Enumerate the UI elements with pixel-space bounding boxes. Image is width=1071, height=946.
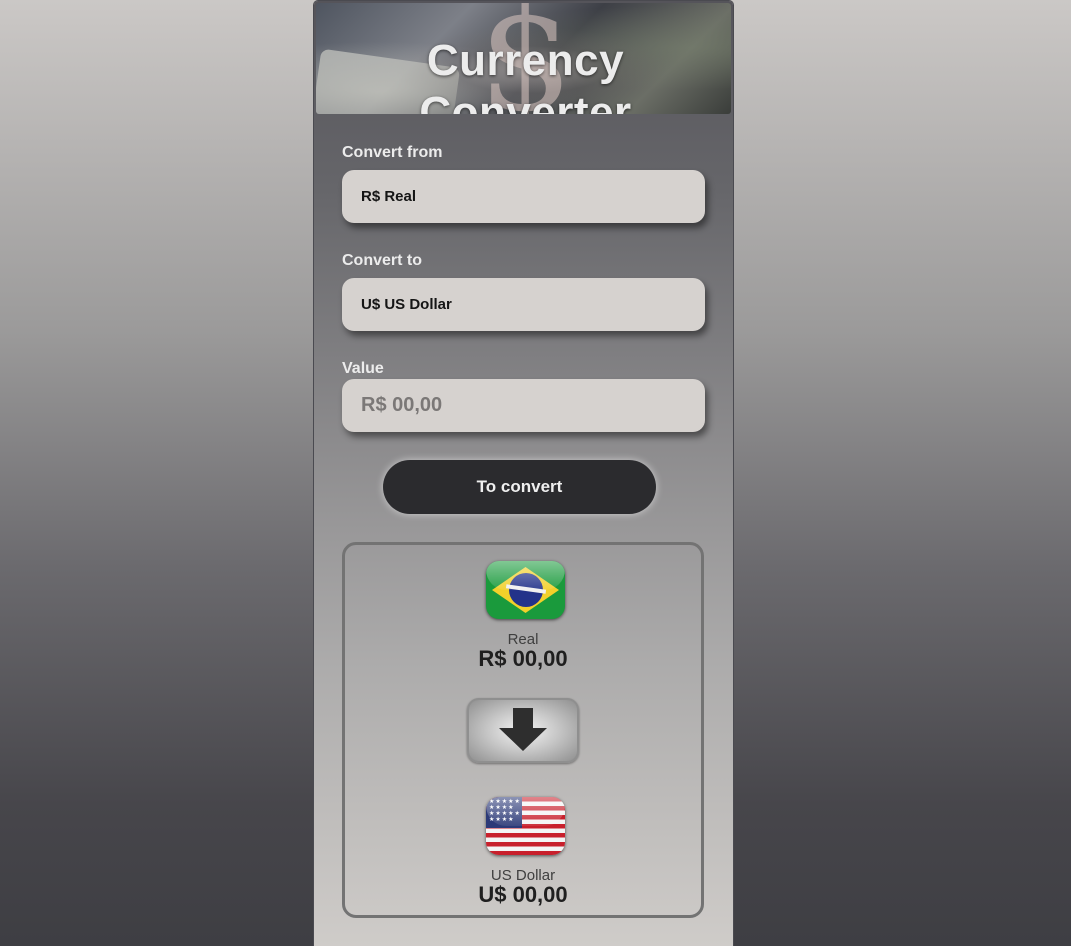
convert-from-label: Convert from xyxy=(342,144,443,161)
convert-from-value: R$ Real xyxy=(361,188,417,205)
value-field[interactable] xyxy=(342,379,705,432)
value-input[interactable] xyxy=(361,394,691,417)
convert-button[interactable]: To convert xyxy=(383,460,656,514)
header-banner: $ Currency Converter xyxy=(316,3,731,114)
convert-to-label: Convert to xyxy=(342,252,422,269)
convert-from-select[interactable]: R$ Real xyxy=(342,170,705,223)
value-label: Value xyxy=(342,360,384,377)
convert-to-value: U$ US Dollar xyxy=(361,296,452,313)
arrow-down-icon xyxy=(467,698,579,763)
brazil-flag-icon xyxy=(486,561,565,619)
result-panel: Real R$ 00,00 ★★★★★ ★★★★ ★★★★★ ★★★★ US D… xyxy=(342,542,704,918)
to-currency-amount: U$ 00,00 xyxy=(478,882,568,907)
usa-flag-icon: ★★★★★ ★★★★ ★★★★★ ★★★★ xyxy=(486,797,565,855)
page-title: Currency Converter xyxy=(419,36,632,114)
convert-to-select[interactable]: U$ US Dollar xyxy=(342,278,705,331)
from-currency-amount: R$ 00,00 xyxy=(478,646,568,671)
converter-card: $ Currency Converter Convert from R$ Rea… xyxy=(314,1,733,946)
